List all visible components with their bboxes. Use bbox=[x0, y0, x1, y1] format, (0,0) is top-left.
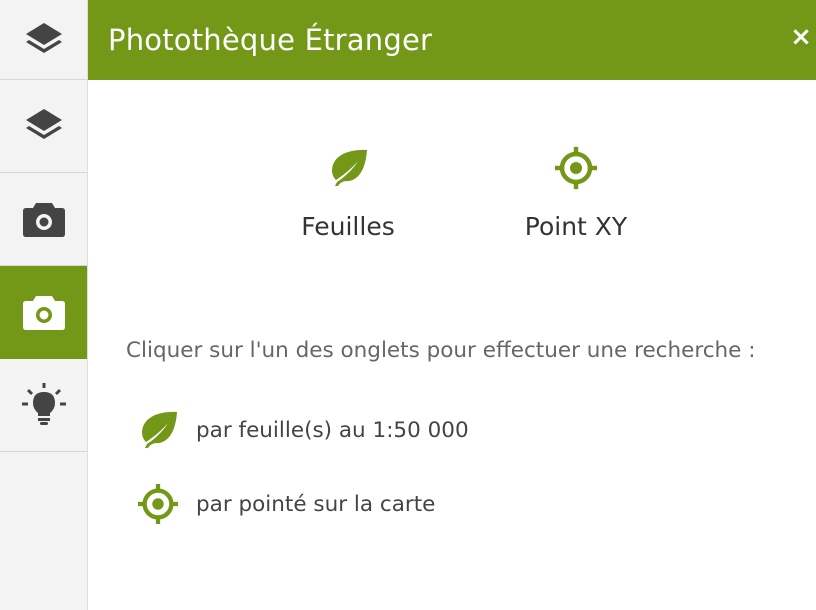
camera-icon bbox=[22, 203, 65, 237]
sidebar-item-camera[interactable] bbox=[0, 173, 87, 266]
target-icon bbox=[555, 147, 597, 189]
hint-point: par pointé sur la carte bbox=[136, 483, 436, 525]
tab-point-xy-label: Point XY bbox=[524, 212, 628, 241]
tab-point-xy[interactable]: Point XY bbox=[506, 146, 646, 241]
sidebar-item-lightbulb[interactable] bbox=[0, 359, 87, 452]
tab-feuilles[interactable]: Feuilles bbox=[278, 146, 418, 241]
target-icon bbox=[137, 483, 179, 525]
sidebar-item-layers-2[interactable] bbox=[0, 80, 87, 173]
close-button[interactable]: × bbox=[788, 22, 814, 52]
panel-title: Photothèque Étranger bbox=[108, 23, 433, 57]
leaf-icon bbox=[142, 411, 177, 448]
layers-icon bbox=[25, 109, 62, 139]
lightbulb-icon bbox=[21, 383, 66, 425]
sidebar bbox=[0, 0, 88, 610]
leaf-icon bbox=[332, 149, 367, 186]
sidebar-item-camera-active[interactable] bbox=[0, 266, 87, 359]
instructions-text: Cliquer sur l'un des onglets pour effect… bbox=[126, 338, 756, 363]
layers-icon bbox=[25, 22, 62, 53]
hint-feuilles: par feuille(s) au 1:50 000 bbox=[136, 410, 469, 450]
sidebar-item-layers[interactable] bbox=[0, 0, 87, 80]
panel-header: Photothèque Étranger × bbox=[88, 0, 816, 80]
camera-icon bbox=[22, 296, 65, 330]
hint-feuilles-text: par feuille(s) au 1:50 000 bbox=[196, 417, 469, 443]
search-tabs: Feuilles Point XY bbox=[88, 80, 816, 270]
tab-feuilles-label: Feuilles bbox=[301, 212, 395, 241]
photo-panel: Photothèque Étranger × Feuilles Point XY… bbox=[88, 0, 816, 610]
hint-point-text: par pointé sur la carte bbox=[196, 491, 436, 517]
